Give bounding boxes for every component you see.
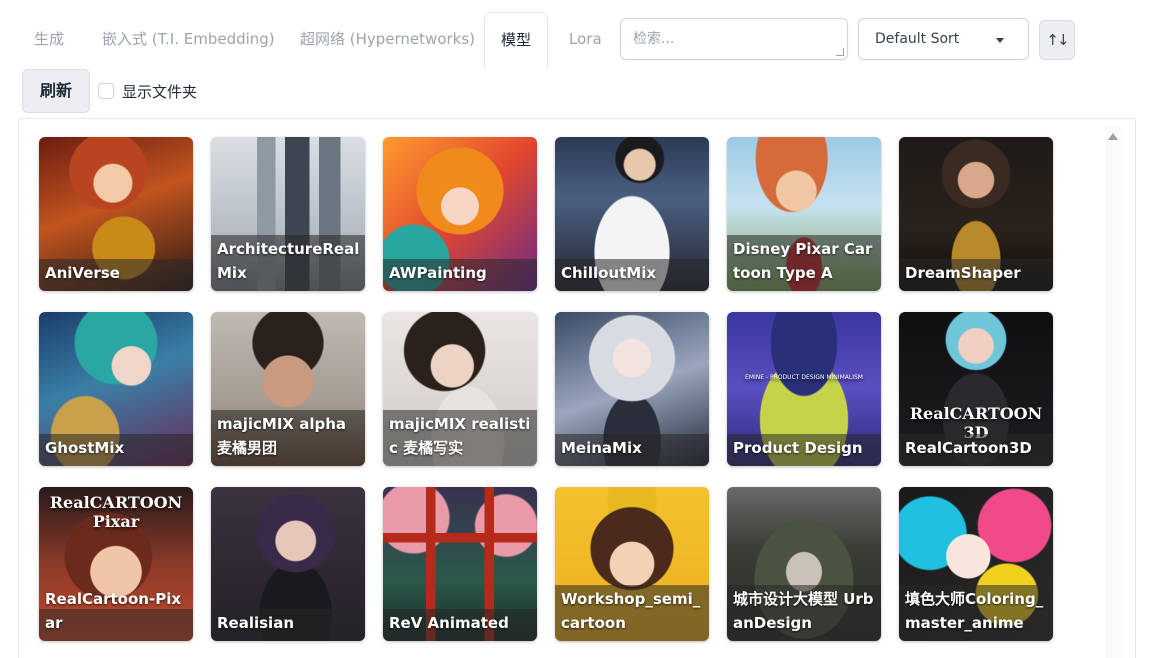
show-folders-checkbox[interactable] [98,83,114,99]
scroll-up-icon[interactable] [1108,133,1118,140]
chevron-down-icon [996,38,1004,43]
model-card-urbandesign[interactable]: 城市设计大模型 UrbanDesign [727,487,881,641]
sort-direction-icon: ↑↓ [1046,31,1069,49]
model-name: majicMIX realistic 麦橘写实 [389,415,531,457]
model-name: DreamShaper [905,264,1021,282]
search-placeholder: 检索... [633,31,675,47]
model-name: Realisian [217,614,294,632]
model-name: majicMIX alpha 麦橘男团 [217,415,347,457]
model-gallery-panel: AniVerse ArchitectureRealMix AWPainting … [18,118,1136,658]
sort-direction-button[interactable]: ↑↓ [1039,20,1075,60]
model-card-realcartoon-pixar[interactable]: RealCARTOON Pixar RealCartoon-Pixar [39,487,193,641]
model-card-realcartoon3d[interactable]: RealCARTOON 3D RealCartoon3D [899,312,1053,466]
model-name: ChilloutMix [561,264,657,282]
model-card-realisian[interactable]: Realisian [211,487,365,641]
tab-models[interactable]: 模型 [484,12,549,68]
model-name: Disney Pixar Cartoon Type A [733,240,873,282]
model-name: Product Design [733,439,863,457]
resize-handle-icon[interactable] [836,48,844,56]
tab-lora[interactable]: Lora [553,12,618,67]
model-card-awpainting[interactable]: AWPainting [383,137,537,291]
model-card-coloring-master[interactable]: 填色大师Coloring_master_anime [899,487,1053,641]
model-name: AniVerse [45,264,120,282]
model-card-meinamix[interactable]: MeinaMix [555,312,709,466]
model-name: MeinaMix [561,439,642,457]
model-name: Workshop_semi_cartoon [561,590,701,632]
model-name: RealCartoon3D [905,439,1032,457]
model-grid: AniVerse ArchitectureRealMix AWPainting … [39,137,1053,641]
model-card-workshop-semi-cartoon[interactable]: Workshop_semi_cartoon [555,487,709,641]
model-card-rev-animated[interactable]: ReV Animated [383,487,537,641]
model-card-dreamshaper[interactable]: DreamShaper [899,137,1053,291]
tab-embedding[interactable]: 嵌入式 (T.I. Embedding) [86,12,291,67]
model-card-disney-pixar[interactable]: Disney Pixar Cartoon Type A [727,137,881,291]
model-name: ArchitectureRealMix [217,240,360,282]
top-bar: 生成 嵌入式 (T.I. Embedding) 超网络 (Hypernetwor… [18,12,1138,68]
model-card-majicmix-alpha[interactable]: majicMIX alpha 麦橘男团 [211,312,365,466]
model-name: AWPainting [389,264,487,282]
show-folders-toggle[interactable]: 显示文件夹 [98,80,197,102]
sort-selected-value: Default Sort [875,31,960,47]
tab-generate[interactable]: 生成 [18,12,80,67]
tab-hypernetworks[interactable]: 超网络 (Hypernetworks) [284,12,491,67]
scrollbar[interactable] [1105,125,1121,658]
model-card-product-design[interactable]: EMINE - PRODUCT DESIGN MINIMALISM Produc… [727,312,881,466]
model-name: 填色大师Coloring_master_anime [905,590,1044,632]
model-name: ReV Animated [389,614,509,632]
thumbnail-logo: RealCARTOON Pixar [49,493,183,531]
model-card-aniverse[interactable]: AniVerse [39,137,193,291]
model-card-majicmix-realistic[interactable]: majicMIX realistic 麦橘写实 [383,312,537,466]
refresh-button[interactable]: 刷新 [22,69,90,113]
model-name: RealCartoon-Pixar [45,590,182,632]
show-folders-label: 显示文件夹 [122,82,198,101]
thumbnail-caption: EMINE - PRODUCT DESIGN MINIMALISM [745,374,863,381]
model-card-architecturerealmix[interactable]: ArchitectureRealMix [211,137,365,291]
model-name: 城市设计大模型 UrbanDesign [733,590,874,632]
model-card-ghostmix[interactable]: GhostMix [39,312,193,466]
model-card-chilloutmix[interactable]: ChilloutMix [555,137,709,291]
sort-select[interactable]: Default Sort [858,18,1029,60]
model-name: GhostMix [45,439,125,457]
search-input[interactable]: 检索... [620,18,848,60]
